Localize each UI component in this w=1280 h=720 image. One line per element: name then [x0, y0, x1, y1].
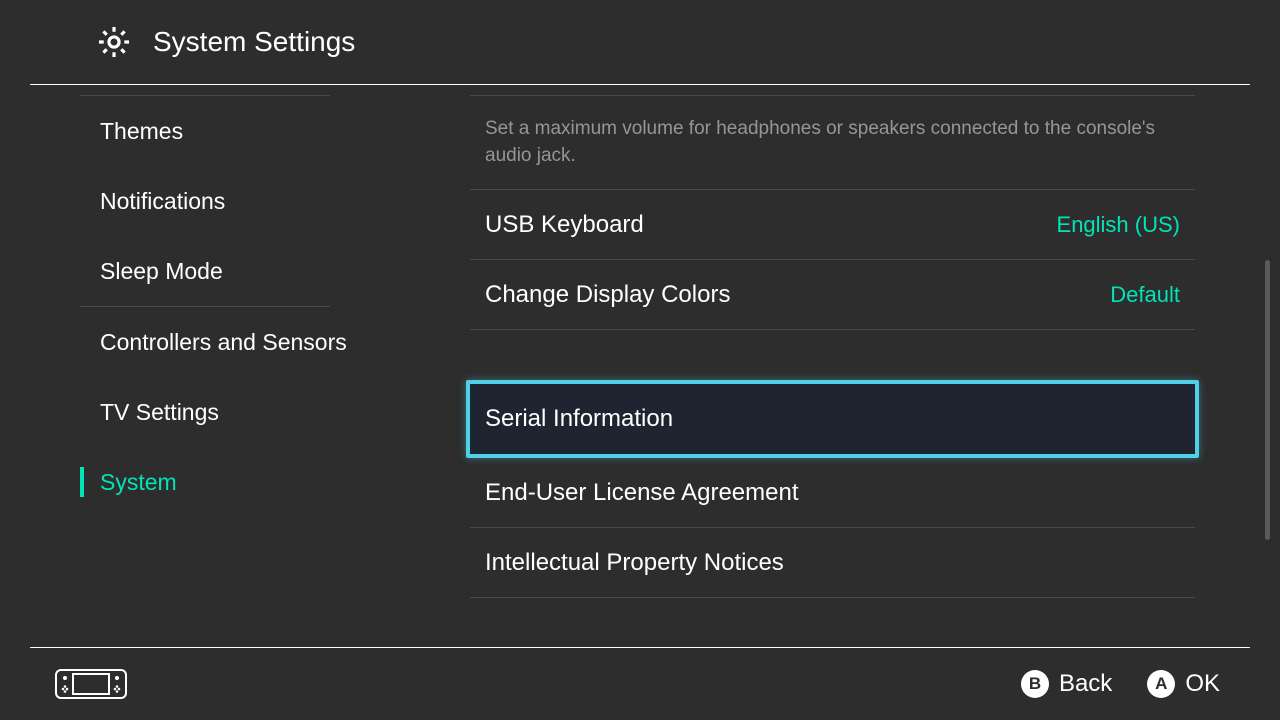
setting-label: Intellectual Property Notices	[485, 549, 784, 577]
setting-label: USB Keyboard	[485, 211, 644, 239]
ok-button[interactable]: A OK	[1147, 670, 1220, 698]
sidebar-item-sleep-mode[interactable]: Sleep Mode	[0, 236, 410, 306]
sidebar-item-controllers[interactable]: Controllers and Sensors	[0, 307, 410, 377]
setting-serial-information[interactable]: Serial Information	[466, 380, 1199, 458]
header: System Settings	[30, 0, 1250, 85]
a-button-icon: A	[1147, 670, 1175, 698]
page-title: System Settings	[153, 26, 355, 58]
ok-label: OK	[1185, 670, 1220, 698]
setting-label: Change Display Colors	[485, 281, 730, 309]
sidebar-item-label: Themes	[100, 118, 183, 145]
sidebar-item-label: Notifications	[100, 188, 225, 215]
sidebar-item-label: TV Settings	[100, 399, 219, 426]
sidebar-item-label: Controllers and Sensors	[100, 329, 347, 356]
sidebar-item-tv-settings[interactable]: TV Settings	[0, 377, 410, 447]
main-panel: Set a maximum volume for headphones or s…	[410, 85, 1280, 645]
setting-ip-notices[interactable]: Intellectual Property Notices	[470, 528, 1195, 598]
content: Themes Notifications Sleep Mode Controll…	[0, 85, 1280, 645]
console-icon	[55, 669, 127, 699]
setting-label: Serial Information	[485, 405, 673, 433]
back-button[interactable]: B Back	[1021, 670, 1112, 698]
setting-eula[interactable]: End-User License Agreement	[470, 458, 1195, 528]
sidebar-item-label: System	[100, 469, 177, 496]
setting-display-colors[interactable]: Change Display Colors Default	[470, 260, 1195, 330]
sidebar-item-label: Sleep Mode	[100, 258, 223, 285]
gear-icon	[95, 23, 133, 61]
spacer	[470, 330, 1195, 380]
sidebar-item-notifications[interactable]: Notifications	[0, 166, 410, 236]
setting-label: End-User License Agreement	[485, 479, 799, 507]
setting-description: Set a maximum volume for headphones or s…	[470, 96, 1195, 189]
sidebar: Themes Notifications Sleep Mode Controll…	[0, 85, 410, 645]
setting-usb-keyboard[interactable]: USB Keyboard English (US)	[470, 190, 1195, 260]
setting-value: English (US)	[1057, 212, 1180, 238]
sidebar-item-themes[interactable]: Themes	[0, 96, 410, 166]
sidebar-item-system[interactable]: System	[0, 447, 410, 517]
scrollbar[interactable]	[1265, 260, 1270, 540]
b-button-icon: B	[1021, 670, 1049, 698]
footer-buttons: B Back A OK	[1021, 670, 1220, 698]
back-label: Back	[1059, 670, 1112, 698]
footer: B Back A OK	[30, 647, 1250, 720]
setting-value: Default	[1110, 282, 1180, 308]
